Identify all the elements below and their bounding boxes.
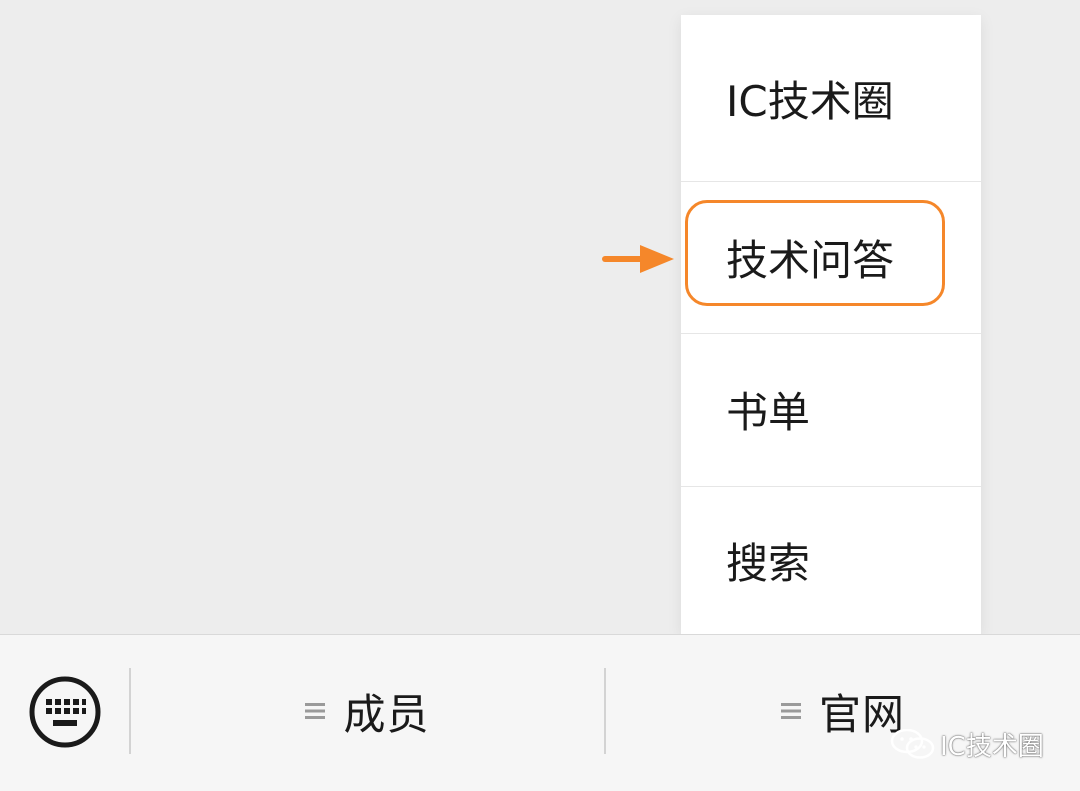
bottom-menu-bar: 成员 官网 (0, 634, 1080, 791)
keyboard-icon (29, 676, 101, 748)
menu-item-tech-qa[interactable]: 技术问答 (681, 181, 981, 333)
menu-item-label: 书单 (726, 388, 811, 437)
menu-lines-icon (305, 703, 326, 719)
watermark-text: IC技术圈 (940, 731, 1044, 762)
menu-item-search[interactable]: 搜索 (681, 486, 981, 634)
wechat-icon (890, 729, 935, 759)
tab-label: 成员 (343, 689, 430, 739)
menu-item-label: IC技术圈 (726, 76, 894, 126)
tab-members[interactable]: 成员 (131, 665, 604, 757)
arrow-right-icon (602, 245, 674, 273)
keyboard-toggle-button[interactable] (28, 675, 102, 749)
menu-lines-icon (780, 703, 801, 719)
menu-item-label: 搜索 (726, 538, 811, 588)
menu-item-book-list[interactable]: 书单 (681, 333, 981, 486)
watermark: IC技术圈 (890, 727, 1044, 762)
menu-item-label: 技术问答 (726, 235, 895, 285)
popup-menu: IC技术圈 技术问答 书单 搜索 (681, 15, 981, 634)
menu-item-ic-tech-circle[interactable]: IC技术圈 (681, 15, 981, 181)
